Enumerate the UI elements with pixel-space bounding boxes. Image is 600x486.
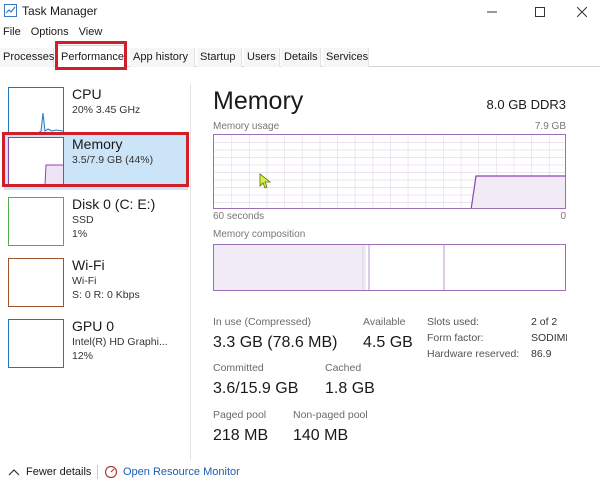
fewer-details-button[interactable]: Fewer details: [8, 466, 91, 478]
available-value: 4.5 GB: [363, 334, 413, 351]
sidebar-item-title: Wi-Fi: [72, 257, 105, 273]
in-use-label: In use (Compressed): [213, 316, 312, 328]
non-paged-pool-label: Non-paged pool: [293, 409, 368, 421]
close-icon: [577, 7, 587, 17]
cached-label: Cached: [325, 362, 362, 374]
sidebar-item-wifi[interactable]: Wi-Fi Wi-Fi S: 0 R: 0 Kbps: [4, 255, 188, 311]
footer-divider: [97, 465, 98, 479]
menu-view[interactable]: View: [79, 26, 103, 42]
form-factor-label: Form factor:: [427, 332, 484, 344]
cached-value: 1.8 GB: [325, 380, 375, 397]
title-bar: Task Manager: [0, 0, 600, 24]
slots-used-label: Slots used:: [427, 316, 479, 328]
sidebar-item-usage: 12%: [72, 350, 94, 362]
memory-composition-bar: [213, 244, 566, 291]
open-resource-monitor-link[interactable]: Open Resource Monitor: [104, 465, 240, 479]
menu-options[interactable]: Options: [31, 26, 69, 42]
tab-app-history[interactable]: App history: [130, 48, 195, 67]
tab-startup[interactable]: Startup: [197, 48, 242, 67]
sidebar-item-title: CPU: [72, 86, 102, 102]
hardware-reserved-label: Hardware reserved:: [427, 348, 520, 360]
paged-pool-value: 218 MB: [213, 427, 269, 444]
memory-composition-label: Memory composition: [213, 229, 306, 240]
task-manager-icon: [4, 4, 17, 17]
committed-value: 3.6/15.9 GB: [213, 380, 299, 397]
tab-processes[interactable]: Processes: [0, 48, 54, 67]
gpu-thumbnail-graph: [8, 319, 64, 368]
memory-spec: 8.0 GB DDR3: [486, 97, 566, 112]
tab-services[interactable]: Services: [323, 48, 369, 67]
sidebar-item-gpu[interactable]: GPU 0 Intel(R) HD Graphi... 12%: [4, 316, 188, 372]
non-paged-pool-value: 140 MB: [293, 427, 349, 444]
committed-label: Committed: [213, 362, 264, 374]
memory-item-highlight: [2, 132, 189, 187]
tab-details[interactable]: Details: [281, 48, 321, 67]
resource-monitor-icon: [104, 465, 118, 479]
sidebar-item-detail: SSD: [72, 214, 94, 226]
close-button[interactable]: [560, 0, 600, 24]
sidebar-item-detail: Intel(R) HD Graphi...: [72, 336, 168, 348]
sidebar-item-detail: Wi-Fi: [72, 275, 97, 287]
memory-usage-label: Memory usage: [213, 121, 280, 132]
window-title: Task Manager: [22, 4, 98, 18]
page-title: Memory: [213, 87, 304, 115]
paged-pool-label: Paged pool: [213, 409, 267, 421]
memory-usage-chart: [214, 135, 565, 208]
form-factor-value: SODIMM: [531, 332, 567, 344]
mouse-cursor-icon: [259, 173, 271, 189]
available-label: Available: [363, 316, 406, 328]
sidebar-item-usage: 1%: [72, 228, 88, 240]
in-use-value: 3.3 GB (78.6 MB): [213, 334, 338, 351]
minimize-button[interactable]: [470, 0, 514, 24]
maximize-icon: [535, 7, 545, 17]
memory-usage-max: 7.9 GB: [534, 121, 566, 132]
menu-bar: File Options View: [0, 26, 109, 42]
sidebar-item-detail: 20% 3.45 GHz: [72, 104, 141, 116]
sidebar-item-throughput: S: 0 R: 0 Kbps: [72, 289, 140, 301]
chevron-up-icon: [8, 469, 20, 476]
open-resource-monitor-label: Open Resource Monitor: [123, 466, 240, 478]
minimize-icon: [487, 11, 497, 13]
menu-file[interactable]: File: [3, 26, 21, 42]
time-axis-start: 60 seconds: [213, 211, 265, 222]
performance-tab-highlight: [55, 41, 127, 70]
tab-users[interactable]: Users: [244, 48, 280, 67]
maximize-button[interactable]: [518, 0, 562, 24]
slots-used-value: 2 of 2: [531, 316, 558, 328]
cpu-thumbnail-graph: [8, 87, 64, 136]
time-axis-end: 0: [560, 211, 566, 222]
disk-thumbnail-graph: [8, 197, 64, 246]
memory-usage-graph: [213, 134, 566, 209]
memory-composition-chart: [214, 245, 445, 290]
sidebar-item-title: GPU 0: [72, 318, 115, 334]
hardware-reserved-value: 86.9 MB: [531, 348, 553, 360]
sidebar-divider: [190, 84, 191, 460]
footer-bar: Fewer details Open Resource Monitor: [0, 460, 600, 486]
wifi-thumbnail-graph: [8, 258, 64, 307]
sidebar-item-title: Disk 0 (C: E:): [72, 196, 156, 212]
sidebar-item-disk[interactable]: Disk 0 (C: E:) SSD 1%: [4, 194, 188, 250]
fewer-details-label: Fewer details: [26, 466, 92, 478]
